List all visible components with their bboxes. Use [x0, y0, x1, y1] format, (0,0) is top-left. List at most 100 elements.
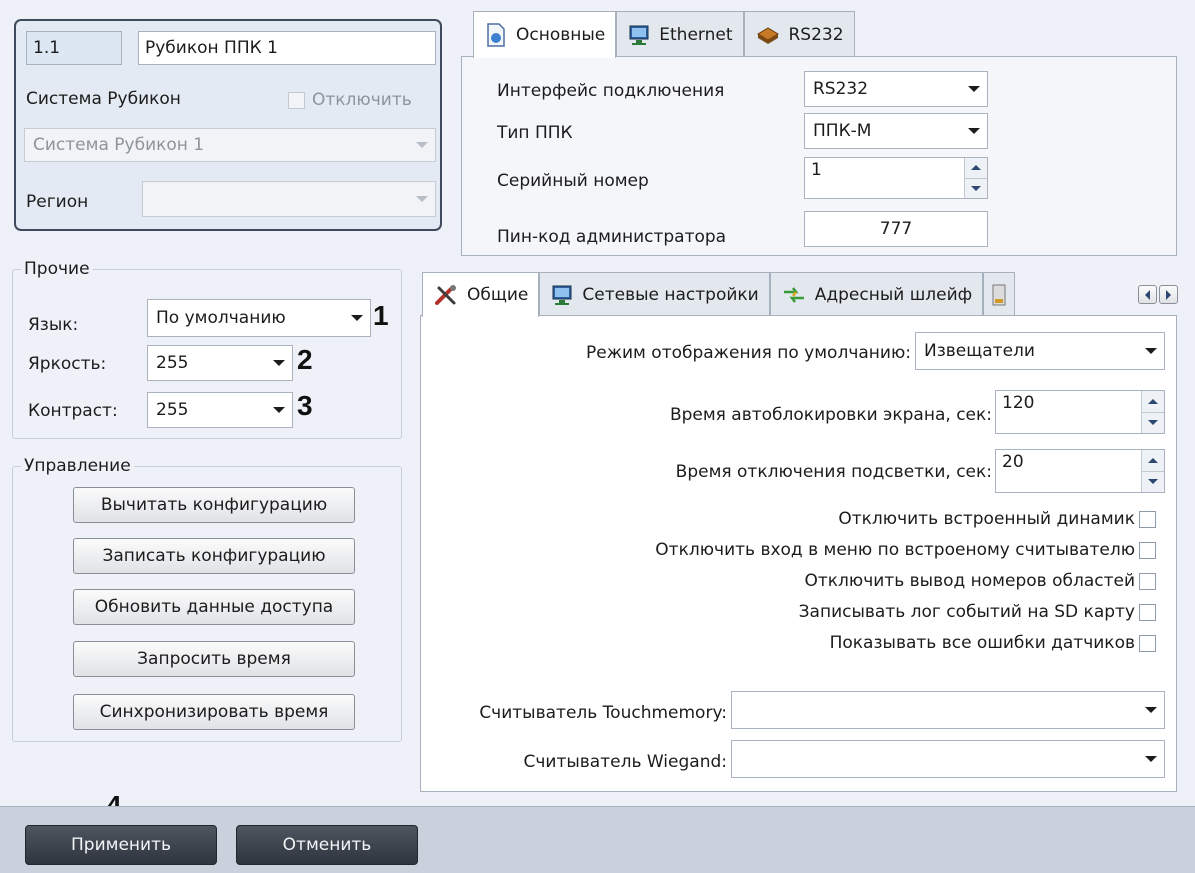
contrast-combo[interactable]: 255: [147, 392, 293, 428]
autolock-label: Время автоблокировки экрана, сек:: [669, 405, 992, 425]
brightness-combo[interactable]: 255: [147, 345, 293, 381]
serial-stepper[interactable]: 1: [804, 157, 988, 199]
tab-address-loop-label: Адресный шлейф: [814, 284, 973, 305]
backlight-stepper[interactable]: 20: [995, 449, 1165, 493]
checkbox-label: Отключить вход в меню по встроеному счит…: [655, 540, 1135, 560]
tools-icon: [435, 285, 456, 305]
type-combo-value: ППК-М: [813, 121, 872, 141]
tab-rs232-label: RS232: [788, 24, 844, 45]
tab-overflow[interactable]: [983, 272, 1016, 316]
chevron-down-icon: [1138, 333, 1164, 369]
general-panel: Режим отображения по умолчанию: Извещате…: [420, 315, 1177, 792]
id-field[interactable]: 1.1: [26, 31, 122, 65]
chevron-down-icon: [971, 185, 981, 191]
autolock-value[interactable]: 120: [996, 391, 1141, 433]
cancel-button[interactable]: Отменить: [236, 825, 418, 865]
tab-rs232[interactable]: RS232: [743, 11, 855, 57]
chevron-down-icon: [1148, 420, 1158, 426]
tab-network-settings[interactable]: Сетевые настройки: [539, 272, 770, 316]
chevron-down-icon: [344, 300, 370, 336]
update-access-button[interactable]: Обновить данные доступа: [73, 589, 355, 625]
network-icon: [552, 285, 572, 305]
checkbox[interactable]: [1139, 634, 1156, 652]
checkbox[interactable]: [1139, 572, 1156, 590]
checkbox-row-menu-reader[interactable]: Отключить вход в меню по встроеному счит…: [655, 540, 1156, 560]
disable-checkbox[interactable]: [288, 91, 305, 109]
apply-button[interactable]: Применить: [25, 825, 217, 865]
document-icon: [487, 23, 505, 47]
chevron-down-icon: [266, 393, 292, 427]
device-icon: [992, 284, 1006, 305]
tab-general-label: Общие: [467, 285, 529, 305]
spin-up-button[interactable]: [1142, 450, 1164, 471]
tab-network-settings-label: Сетевые настройки: [582, 284, 759, 305]
type-combo[interactable]: ППК-М: [804, 113, 988, 149]
checkbox-list: Отключить встроенный динамик Отключить в…: [655, 509, 1156, 653]
top-tab-strip: Основные Ethernet RS232: [473, 11, 855, 58]
tab-ethernet[interactable]: Ethernet: [616, 11, 744, 57]
checkbox[interactable]: [1139, 603, 1156, 621]
autolock-stepper[interactable]: 120: [995, 390, 1165, 434]
chevron-down-icon: [1138, 692, 1164, 728]
checkbox-row-sensor-errors[interactable]: Показывать все ошибки датчиков: [830, 633, 1156, 653]
spin-up-button[interactable]: [965, 158, 987, 178]
tab-scroll-right-button[interactable]: [1159, 285, 1178, 304]
chevron-down-icon: [266, 346, 292, 380]
sync-time-button[interactable]: Синхронизировать время: [73, 694, 355, 730]
backlight-label: Время отключения подсветки, сек:: [675, 462, 992, 482]
interface-combo[interactable]: RS232: [804, 71, 988, 107]
name-field[interactable]: Рубикон ППК 1: [138, 31, 436, 65]
checkbox[interactable]: [1139, 541, 1156, 559]
display-mode-combo[interactable]: Извещатели: [915, 332, 1165, 370]
region-label: Регион: [26, 192, 89, 212]
type-label: Тип ППК: [497, 123, 573, 143]
disable-label: Отключить: [312, 90, 412, 110]
disable-checkbox-row[interactable]: Отключить: [288, 90, 412, 110]
pin-field[interactable]: 777: [804, 211, 988, 247]
chevron-down-icon: [1148, 479, 1158, 485]
region-combo: [142, 181, 436, 217]
brightness-label: Яркость:: [28, 354, 107, 374]
checkbox[interactable]: [1139, 510, 1156, 528]
read-config-button[interactable]: Вычитать конфигурацию: [73, 487, 355, 523]
write-config-button[interactable]: Записать конфигурацию: [73, 538, 355, 574]
annotation-2: 2: [297, 344, 313, 375]
interface-label: Интерфейс подключения: [497, 81, 725, 101]
footer-bar: Применить Отменить: [0, 806, 1195, 873]
checkbox-label: Отключить встроенный динамик: [838, 509, 1135, 529]
pin-label: Пин-код администратора: [497, 227, 727, 247]
spin-down-button[interactable]: [1142, 411, 1164, 433]
touchmemory-combo[interactable]: [731, 691, 1165, 729]
checkbox-row-sd-log[interactable]: Записывать лог событий на SD карту: [799, 602, 1156, 622]
request-time-button[interactable]: Запросить время: [73, 641, 355, 677]
tab-address-loop[interactable]: Адресный шлейф: [769, 272, 984, 316]
checkbox-label: Отключить вывод номеров областей: [804, 571, 1135, 591]
chevron-left-icon: [1145, 289, 1150, 300]
annotation-1: 1: [373, 300, 389, 331]
spin-up-button[interactable]: [1142, 391, 1164, 412]
language-combo[interactable]: По умолчанию: [147, 299, 371, 337]
wiegand-label: Считыватель Wiegand:: [523, 752, 728, 772]
checkbox-row-speaker[interactable]: Отключить встроенный динамик: [838, 509, 1156, 529]
serial-value[interactable]: 1: [805, 158, 964, 198]
tab-scroll-buttons: [1138, 285, 1178, 304]
spin-down-button[interactable]: [965, 177, 987, 198]
system-label: Система Рубикон: [26, 89, 181, 109]
language-label: Язык:: [28, 315, 79, 335]
bottom-tab-strip: Общие Сетевые настройки Адресный шлейф: [422, 272, 1016, 317]
chevron-up-icon: [971, 165, 981, 171]
contrast-combo-value: 255: [156, 400, 189, 420]
spin-down-button[interactable]: [1142, 470, 1164, 492]
other-group: Прочие Язык: По умолчанию 1 Яркость: 255…: [12, 259, 402, 439]
backlight-value[interactable]: 20: [996, 450, 1141, 492]
contrast-label: Контраст:: [28, 401, 118, 421]
tab-general[interactable]: Общие: [422, 272, 540, 317]
wiegand-combo[interactable]: [731, 740, 1165, 778]
serial-label: Серийный номер: [497, 171, 649, 191]
interface-combo-value: RS232: [813, 79, 869, 99]
system-combo: Система Рубикон 1: [24, 128, 436, 162]
tab-scroll-left-button[interactable]: [1138, 285, 1157, 304]
tab-main-label: Основные: [516, 25, 606, 45]
tab-main[interactable]: Основные: [473, 11, 617, 58]
checkbox-row-area-numbers[interactable]: Отключить вывод номеров областей: [804, 571, 1156, 591]
